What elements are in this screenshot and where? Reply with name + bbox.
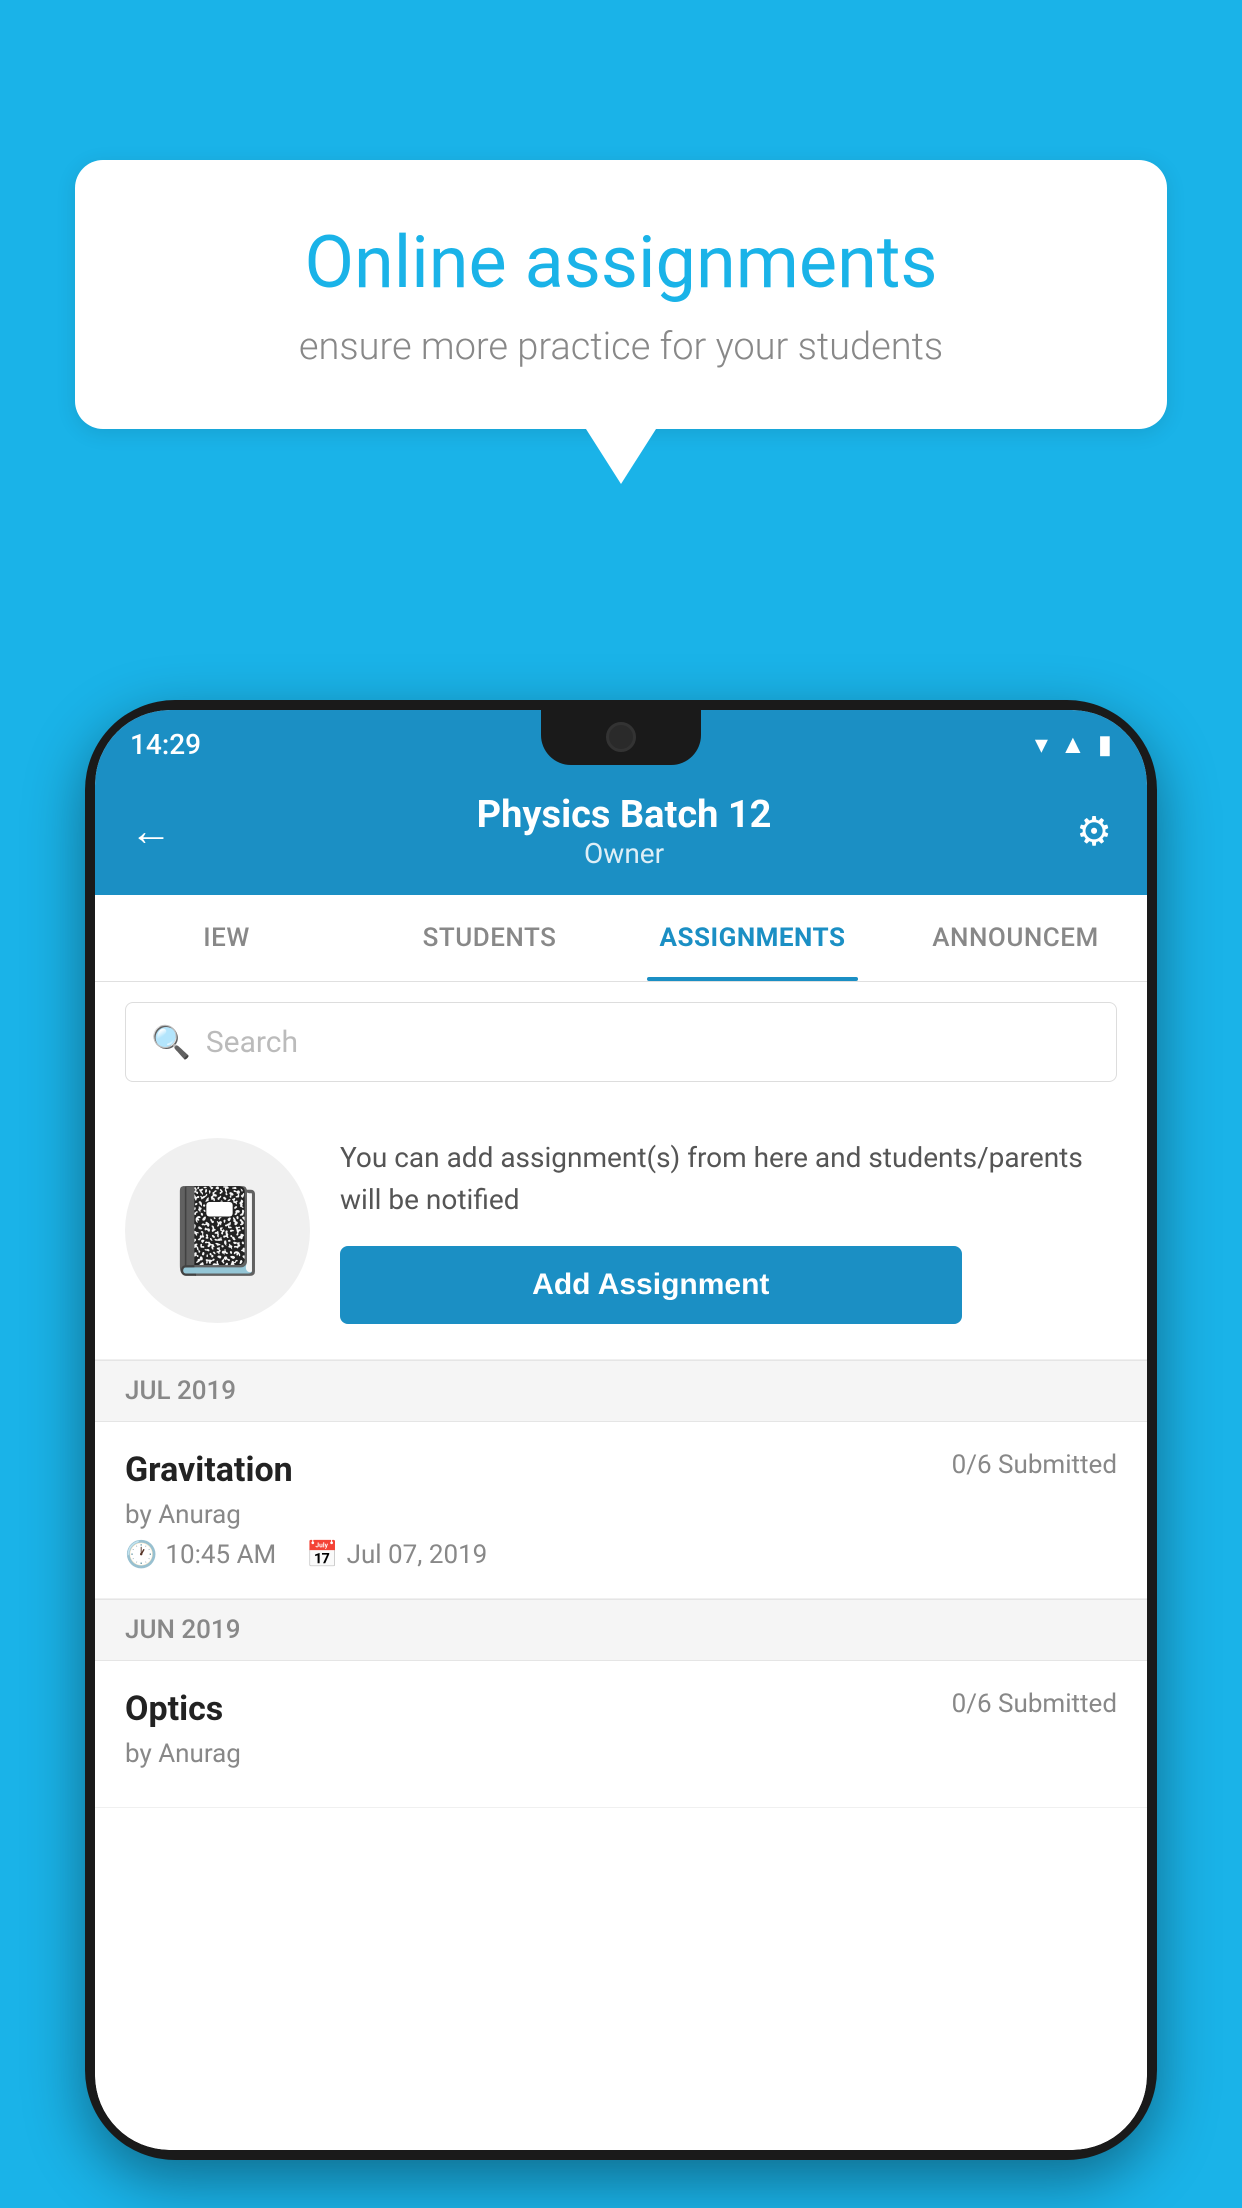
- section-header-jun-text: JUN 2019: [125, 1615, 240, 1645]
- search-input-wrapper[interactable]: 🔍 Search: [125, 1002, 1117, 1082]
- content-area: 🔍 Search 📓 You can add assignment(s) fro…: [95, 982, 1147, 2150]
- search-bar: 🔍 Search: [95, 982, 1147, 1102]
- phone-wrapper: 14:29 ▾ ▲ ▮ ← Physics Batch 12 Owner ⚙: [85, 700, 1157, 2208]
- assignment-meta-gravitation: 🕐 10:45 AM 📅 Jul 07, 2019: [125, 1540, 1117, 1570]
- assignment-status-optics: 0/6 Submitted: [952, 1689, 1117, 1719]
- section-header-jul-text: JUL 2019: [125, 1376, 236, 1406]
- status-icons: ▾ ▲ ▮: [1035, 729, 1112, 760]
- battery-icon: ▮: [1098, 730, 1112, 760]
- assignment-item-optics[interactable]: Optics 0/6 Submitted by Anurag: [95, 1661, 1147, 1808]
- settings-button[interactable]: ⚙: [1076, 808, 1112, 855]
- phone-screen: 14:29 ▾ ▲ ▮ ← Physics Batch 12 Owner ⚙: [95, 710, 1147, 2150]
- assignment-item-gravitation[interactable]: Gravitation 0/6 Submitted by Anurag 🕐 10…: [95, 1422, 1147, 1599]
- add-assignment-promo: 📓 You can add assignment(s) from here an…: [95, 1102, 1147, 1360]
- promo-text: You can add assignment(s) from here and …: [340, 1137, 1117, 1221]
- tabs-bar: IEW STUDENTS ASSIGNMENTS ANNOUNCEM: [95, 895, 1147, 982]
- assignment-status-gravitation: 0/6 Submitted: [952, 1450, 1117, 1480]
- assignment-time-gravitation: 10:45 AM: [165, 1540, 276, 1570]
- signal-icon: ▲: [1060, 729, 1086, 760]
- promo-right: You can add assignment(s) from here and …: [340, 1137, 1117, 1324]
- tab-students[interactable]: STUDENTS: [358, 895, 621, 981]
- notebook-icon: 📓: [165, 1181, 271, 1281]
- app-header: ← Physics Batch 12 Owner ⚙: [95, 773, 1147, 895]
- assignment-by-optics: by Anurag: [125, 1739, 1117, 1769]
- header-title-wrapper: Physics Batch 12 Owner: [477, 793, 772, 870]
- section-header-jun: JUN 2019: [95, 1599, 1147, 1661]
- tab-announcements[interactable]: ANNOUNCEM: [884, 895, 1147, 981]
- meta-date-gravitation: 📅 Jul 07, 2019: [306, 1540, 487, 1570]
- speech-bubble-tail: [586, 429, 656, 484]
- speech-bubble-subtitle: ensure more practice for your students: [145, 325, 1097, 369]
- assignment-row1-optics: Optics 0/6 Submitted: [125, 1689, 1117, 1729]
- tab-assignments[interactable]: ASSIGNMENTS: [621, 895, 884, 981]
- promo-icon-circle: 📓: [125, 1138, 310, 1323]
- meta-time-gravitation: 🕐 10:45 AM: [125, 1540, 276, 1570]
- assignment-by-gravitation: by Anurag: [125, 1500, 1117, 1530]
- assignment-date-gravitation: Jul 07, 2019: [347, 1540, 488, 1570]
- phone-notch: [541, 710, 701, 765]
- calendar-icon: 📅: [306, 1540, 338, 1570]
- assignment-name-gravitation: Gravitation: [125, 1450, 293, 1490]
- phone-outer: 14:29 ▾ ▲ ▮ ← Physics Batch 12 Owner ⚙: [85, 700, 1157, 2160]
- wifi-icon: ▾: [1035, 730, 1048, 760]
- header-title: Physics Batch 12: [477, 793, 772, 837]
- add-assignment-button[interactable]: Add Assignment: [340, 1246, 962, 1324]
- section-header-jul: JUL 2019: [95, 1360, 1147, 1422]
- phone-camera: [606, 722, 636, 752]
- speech-bubble-title: Online assignments: [145, 220, 1097, 305]
- status-time: 14:29: [130, 728, 201, 761]
- assignment-name-optics: Optics: [125, 1689, 223, 1729]
- speech-bubble-wrapper: Online assignments ensure more practice …: [75, 160, 1167, 484]
- search-icon: 🔍: [151, 1023, 191, 1061]
- assignment-row1: Gravitation 0/6 Submitted: [125, 1450, 1117, 1490]
- tab-iew[interactable]: IEW: [95, 895, 358, 981]
- back-button[interactable]: ←: [130, 807, 172, 856]
- search-input[interactable]: Search: [206, 1025, 298, 1060]
- clock-icon: 🕐: [125, 1540, 157, 1570]
- header-subtitle: Owner: [477, 837, 772, 870]
- speech-bubble: Online assignments ensure more practice …: [75, 160, 1167, 429]
